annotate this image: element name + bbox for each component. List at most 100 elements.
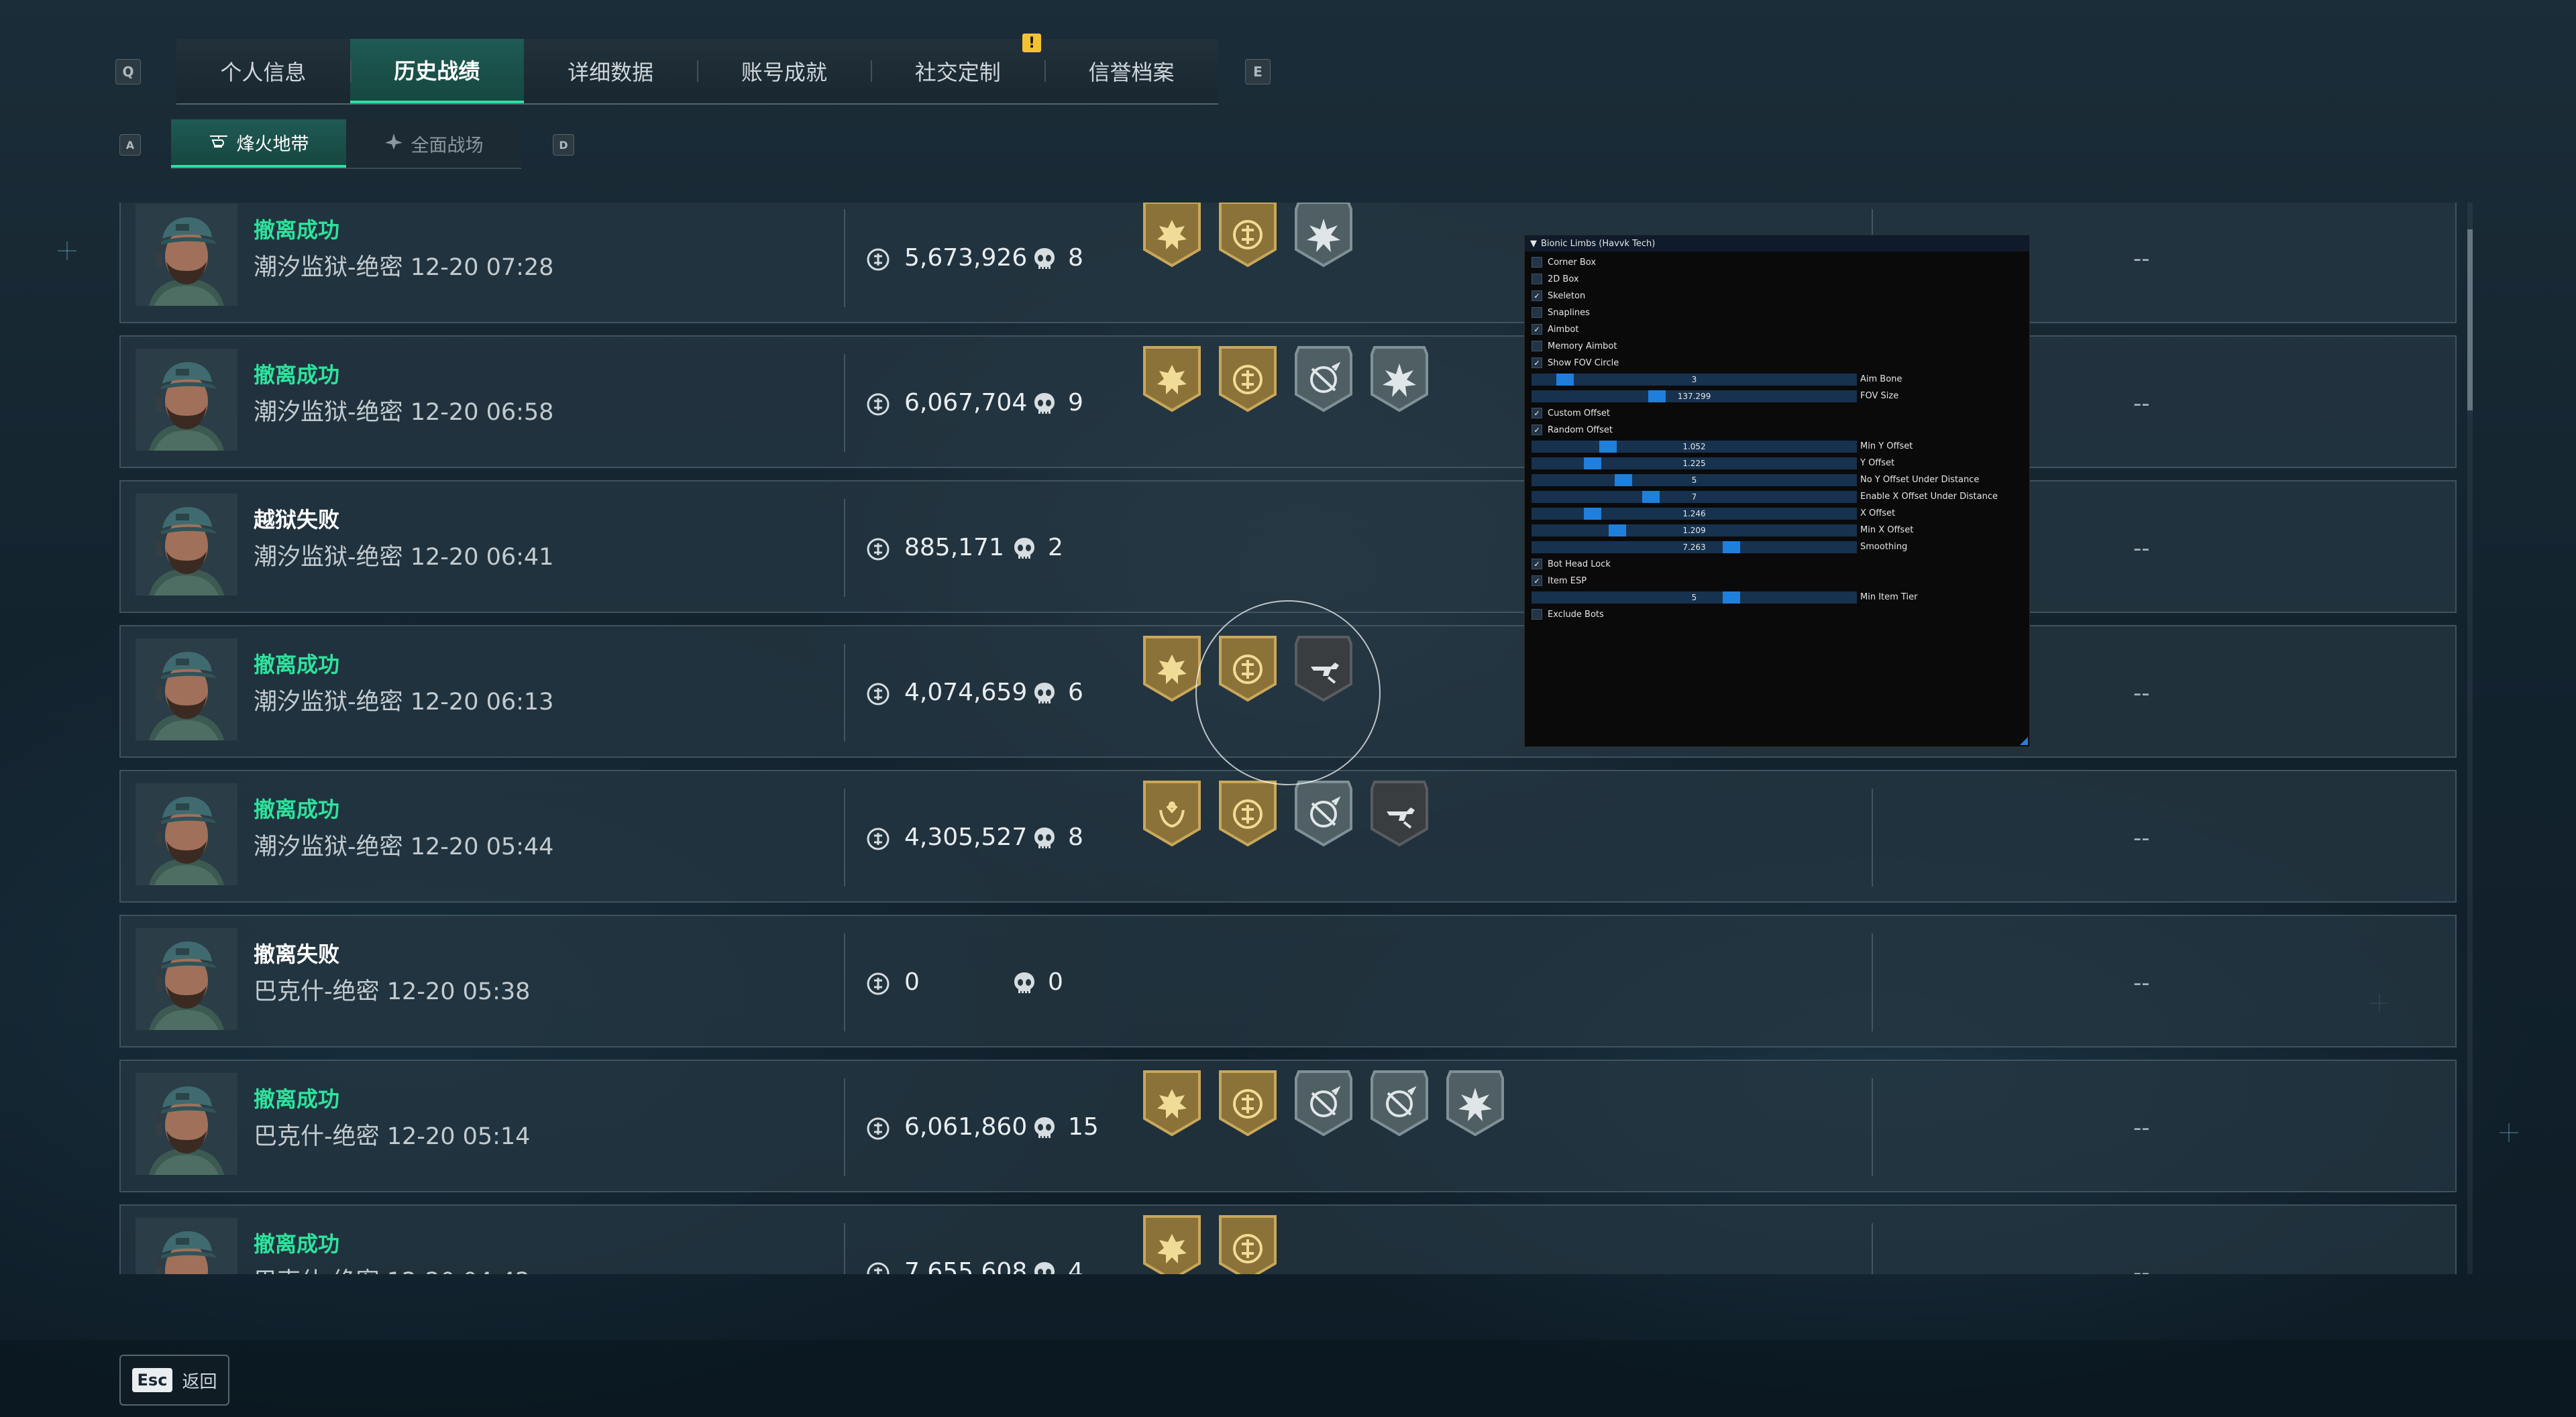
overlay-option[interactable]: 2D Box: [1532, 272, 1579, 286]
match-result: 撤离成功: [254, 217, 340, 243]
checkbox[interactable]: ✓: [1532, 559, 1542, 569]
checkbox[interactable]: [1532, 341, 1542, 351]
gold-star-medal-icon[interactable]: [1142, 634, 1202, 705]
gray-target-medal-icon[interactable]: [1293, 345, 1354, 416]
cheat-overlay-window[interactable]: ▼ Bionic Limbs (Havvk Tech) Corner Box 2D…: [1524, 235, 2030, 747]
table-row[interactable]: 撤离失败 巴克什-绝密 12-20 05:38 0 0 --: [119, 915, 2457, 1047]
gray-burst-medal-icon[interactable]: [1445, 1069, 1505, 1140]
checkbox[interactable]: ✓: [1532, 290, 1542, 301]
resize-grip-icon[interactable]: [2020, 737, 2028, 745]
slider-label: No Y Offset Under Distance: [1860, 475, 1980, 485]
gold-coin-medal-icon[interactable]: [1218, 203, 1278, 271]
slider-value: 1.052: [1682, 442, 1706, 451]
match-map-time: 潮汐监狱-绝密 12-20 06:41: [254, 544, 554, 571]
overlay-option[interactable]: Snaplines: [1532, 306, 1590, 319]
extracted-value: 4,074,659: [904, 679, 1028, 706]
match-map-time: 潮汐监狱-绝密 12-20 06:13: [254, 689, 554, 716]
slider-label: Smoothing: [1860, 542, 1908, 552]
crosshair-decoration: [2500, 1123, 2518, 1142]
tab-detailed-data[interactable]: 详细数据: [524, 39, 698, 103]
gold-star-medal-icon[interactable]: [1142, 1214, 1202, 1274]
checkbox[interactable]: [1532, 307, 1542, 318]
overlay-slider[interactable]: 3: [1532, 374, 1857, 386]
back-button[interactable]: Esc 返回: [119, 1355, 229, 1406]
overlay-option[interactable]: ✓ Custom Offset: [1532, 406, 1610, 420]
kills-skull-icon: [1033, 247, 1056, 272]
overlay-slider[interactable]: 1.209: [1532, 524, 1857, 536]
gold-star-medal-icon[interactable]: [1142, 203, 1202, 271]
overlay-slider[interactable]: 1.225: [1532, 457, 1857, 469]
column-divider: [844, 209, 845, 307]
gold-wreath-medal-icon[interactable]: [1142, 779, 1202, 850]
overlay-option[interactable]: ✓ Item ESP: [1532, 574, 1587, 587]
match-map-time: 潮汐监狱-绝密 12-20 06:58: [254, 399, 554, 426]
overlay-option[interactable]: ✓ Random Offset: [1532, 423, 1613, 437]
gold-star-medal-icon[interactable]: [1142, 1069, 1202, 1140]
overlay-option[interactable]: ✓ Skeleton: [1532, 289, 1585, 302]
overlay-option[interactable]: ✓ Aimbot: [1532, 323, 1578, 336]
gold-coin-medal-icon[interactable]: [1218, 1069, 1278, 1140]
operator-avatar: [136, 783, 237, 885]
table-row[interactable]: 撤离成功 潮汐监狱-绝密 12-20 06:58 6,067,704 9 --: [119, 335, 2457, 468]
tab-match-history[interactable]: 历史战绩: [350, 39, 524, 103]
overlay-slider[interactable]: 7: [1532, 491, 1857, 503]
overlay-option[interactable]: ✓ Bot Head Lock: [1532, 557, 1611, 571]
overlay-slider[interactable]: 1.052: [1532, 441, 1857, 453]
overlay-option[interactable]: ✓ Show FOV Circle: [1532, 356, 1619, 370]
checkbox[interactable]: ✓: [1532, 575, 1542, 586]
kill-count: 4: [1068, 1258, 1083, 1274]
table-row[interactable]: 撤离成功 潮汐监狱-绝密 12-20 05:44 4,305,527 8 --: [119, 770, 2457, 903]
dark-gun-medal-icon[interactable]: [1369, 779, 1430, 850]
checkbox[interactable]: [1532, 274, 1542, 284]
subtab-warfare[interactable]: 全面战场: [346, 119, 521, 168]
gray-burst-medal-icon[interactable]: [1293, 203, 1354, 271]
checkbox[interactable]: ✓: [1532, 408, 1542, 418]
gold-coin-medal-icon[interactable]: [1218, 345, 1278, 416]
table-row[interactable]: 越狱失败 潮汐监狱-绝密 12-20 06:41 885,171 2 --: [119, 480, 2457, 613]
collapse-triangle-icon[interactable]: ▼: [1530, 239, 1537, 249]
slider-label: Min Y Offset: [1860, 441, 1913, 451]
match-map-time: 巴克什-绝密 12-20 05:14: [254, 1123, 531, 1150]
tab-achievements[interactable]: 账号成就: [697, 39, 871, 103]
checkbox[interactable]: [1532, 609, 1542, 620]
overlay-slider[interactable]: 5: [1532, 591, 1857, 604]
gray-target-medal-icon[interactable]: [1293, 1069, 1354, 1140]
overlay-slider[interactable]: 1.246: [1532, 508, 1857, 520]
tab-reputation[interactable]: 信誉档案: [1044, 39, 1218, 103]
subtab-operations[interactable]: 烽火地带: [171, 119, 346, 168]
checkbox[interactable]: ✓: [1532, 324, 1542, 335]
extra-column-value: --: [2133, 970, 2150, 997]
overlay-option[interactable]: Memory Aimbot: [1532, 339, 1617, 353]
table-row[interactable]: 撤离成功 潮汐监狱-绝密 12-20 07:28 5,673,926 8 --: [119, 203, 2457, 323]
checkbox[interactable]: ✓: [1532, 357, 1542, 368]
scrollbar-thumb[interactable]: [2467, 229, 2473, 410]
overlay-slider[interactable]: 7.263: [1532, 541, 1857, 553]
match-map-time: 潮汐监狱-绝密 12-20 07:28: [254, 254, 554, 281]
gray-target-medal-icon[interactable]: [1293, 779, 1354, 850]
checkbox[interactable]: [1532, 257, 1542, 268]
medal-list: [1142, 1069, 1505, 1140]
operator-avatar: [136, 638, 237, 740]
gray-target-medal-icon[interactable]: [1369, 1069, 1430, 1140]
overlay-slider[interactable]: 5: [1532, 474, 1857, 486]
tab-personal-info[interactable]: 个人信息: [176, 39, 350, 103]
gold-coin-medal-icon[interactable]: [1218, 1214, 1278, 1274]
checkbox[interactable]: ✓: [1532, 424, 1542, 435]
overlay-option[interactable]: Exclude Bots: [1532, 608, 1604, 621]
gold-star-medal-icon[interactable]: [1142, 345, 1202, 416]
gray-burst-medal-icon[interactable]: [1369, 345, 1430, 416]
value-coin-icon: [867, 828, 890, 850]
kills-skull-icon: [1033, 826, 1056, 852]
scrollbar[interactable]: [2467, 203, 2473, 1274]
slider-value: 137.299: [1677, 392, 1711, 401]
option-label: Random Offset: [1548, 424, 1613, 435]
table-row[interactable]: 撤离成功 巴克什-绝密 12-20 05:14 6,061,860 15 --: [119, 1060, 2457, 1192]
overlay-option[interactable]: Corner Box: [1532, 256, 1596, 269]
kill-count: 6: [1068, 679, 1083, 706]
tab-social-custom[interactable]: 社交定制: [871, 39, 1044, 103]
medal-list: [1142, 203, 1354, 271]
table-row[interactable]: 撤离成功 巴克什-绝密 12-20 04:42 7,655,608 4 --: [119, 1204, 2457, 1274]
overlay-title-bar[interactable]: ▼ Bionic Limbs (Havvk Tech): [1525, 235, 2029, 251]
gold-coin-medal-icon[interactable]: [1218, 779, 1278, 850]
overlay-slider[interactable]: 137.299: [1532, 390, 1857, 402]
